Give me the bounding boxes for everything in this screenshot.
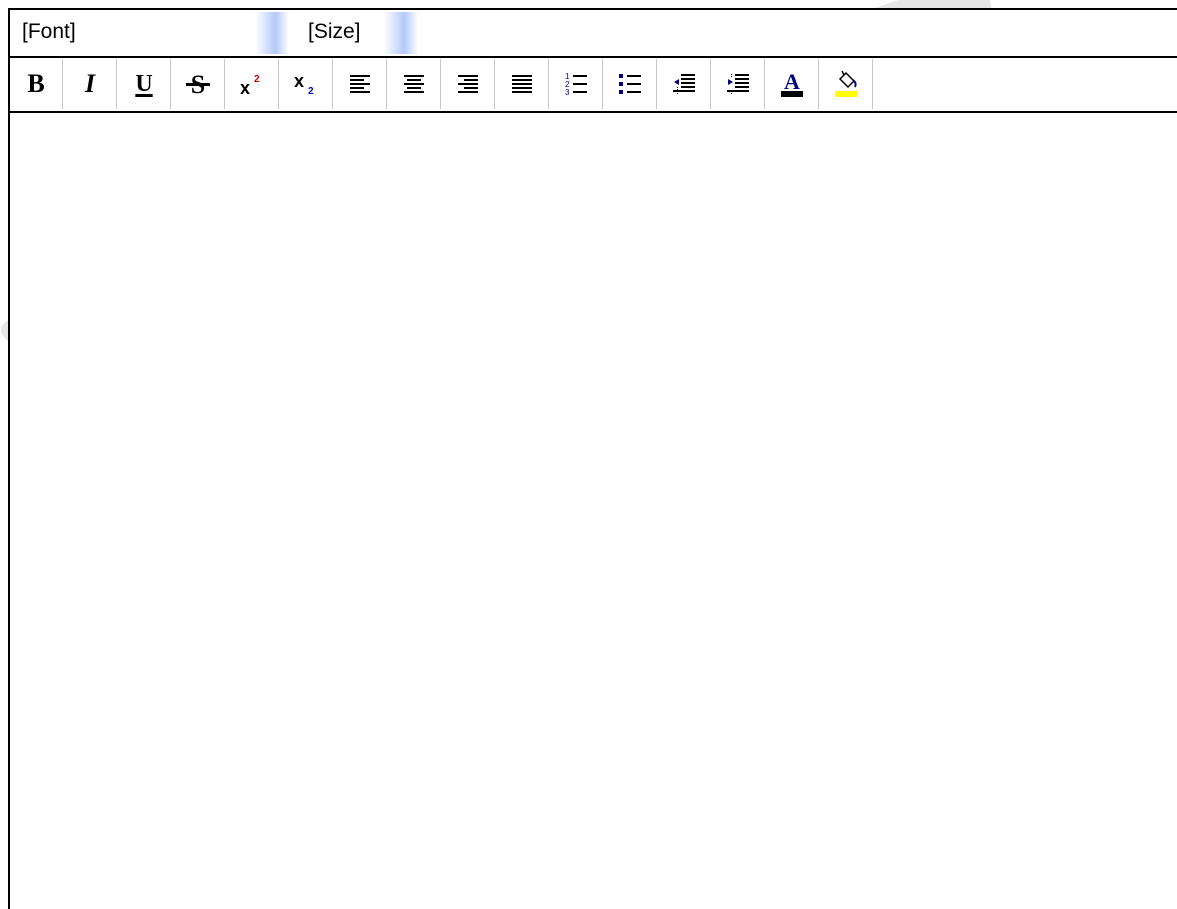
svg-text:A: A — [784, 69, 800, 94]
svg-text:2: 2 — [254, 74, 260, 85]
font-color-icon: A — [781, 69, 803, 97]
rich-text-editor: [Font] [Size] B I U S x 2 x 2 1 2 3 A — [8, 8, 1177, 909]
formatting-toolbar: B I U S x 2 x 2 1 2 3 A — [10, 58, 1177, 113]
svg-text:2: 2 — [308, 86, 314, 97]
font-dropdown-label[interactable]: [Font] — [22, 19, 76, 45]
paint-bucket-icon — [835, 70, 857, 97]
font-color-button[interactable]: A — [766, 59, 819, 109]
svg-text:x: x — [294, 71, 304, 91]
strikethrough-icon: S — [186, 70, 210, 99]
highlight-color-button[interactable] — [820, 59, 873, 109]
underline-button[interactable]: U — [118, 59, 171, 109]
numbered-list-button[interactable]: 1 2 3 — [550, 59, 603, 109]
align-center-button[interactable] — [388, 59, 441, 109]
align-center-icon — [404, 75, 424, 93]
outdent-button[interactable] — [658, 59, 711, 109]
align-right-button[interactable] — [442, 59, 495, 109]
bulleted-list-icon — [619, 74, 641, 94]
numbered-list-icon: 1 2 3 — [565, 72, 587, 97]
bold-button[interactable]: B — [10, 59, 63, 109]
indent-icon — [727, 74, 749, 94]
subscript-button[interactable]: x 2 — [280, 59, 333, 109]
size-dropdown-label[interactable]: [Size] — [308, 19, 361, 45]
italic-icon: I — [84, 69, 96, 98]
align-left-button[interactable] — [334, 59, 387, 109]
svg-text:x: x — [240, 78, 250, 98]
justify-icon — [512, 75, 532, 93]
size-dropdown-button[interactable] — [384, 12, 418, 54]
font-row: [Font] [Size] — [10, 10, 1177, 58]
indent-button[interactable] — [712, 59, 765, 109]
editor-content-area[interactable] — [10, 113, 1177, 909]
bulleted-list-button[interactable] — [604, 59, 657, 109]
align-left-icon — [350, 75, 370, 93]
justify-button[interactable] — [496, 59, 549, 109]
bold-icon: B — [27, 69, 45, 98]
strikethrough-button[interactable]: S — [172, 59, 225, 109]
superscript-button[interactable]: x 2 — [226, 59, 279, 109]
svg-text:3: 3 — [565, 88, 570, 97]
underline-icon: U — [135, 70, 153, 97]
outdent-icon — [673, 74, 695, 94]
superscript-icon: x 2 — [240, 74, 260, 98]
subscript-icon: x 2 — [294, 71, 314, 97]
italic-button[interactable]: I — [64, 59, 117, 109]
align-right-icon — [458, 75, 478, 93]
font-dropdown-button[interactable] — [255, 12, 289, 54]
